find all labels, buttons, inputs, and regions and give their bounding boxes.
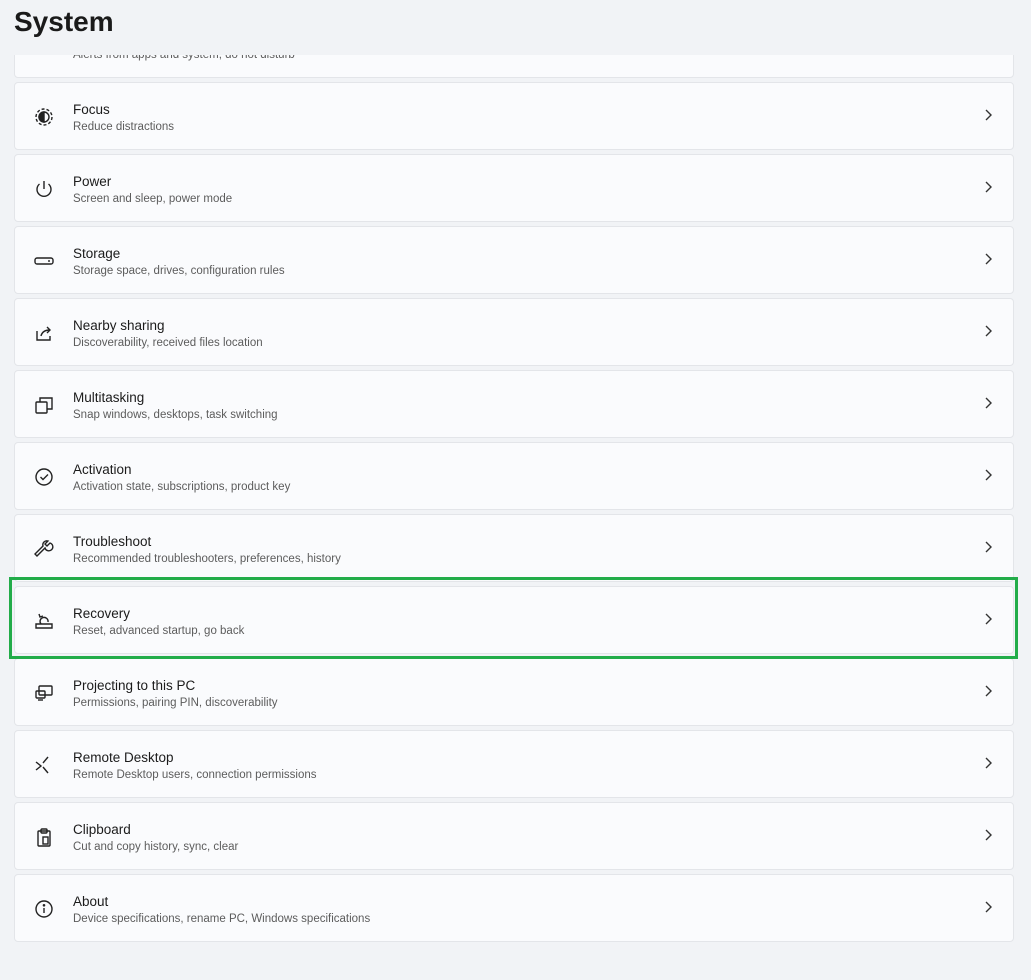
settings-item-remote-desktop[interactable]: Remote Desktop Remote Desktop users, con… xyxy=(14,730,1014,798)
item-label: About xyxy=(73,894,109,909)
chevron-right-icon xyxy=(981,324,995,338)
settings-item-power[interactable]: Power Screen and sleep, power mode xyxy=(14,154,1014,222)
settings-item-nearby-sharing[interactable]: Nearby sharing Discoverability, received… xyxy=(14,298,1014,366)
item-label: Recovery xyxy=(73,606,131,621)
chevron-right-icon xyxy=(981,396,995,410)
item-description: Device specifications, rename PC, Window… xyxy=(73,913,371,925)
multitasking-icon xyxy=(33,394,55,416)
item-label: Troubleshoot xyxy=(73,534,152,549)
chevron-right-icon xyxy=(981,900,995,914)
clipboard-icon xyxy=(33,826,55,848)
item-description: Screen and sleep, power mode xyxy=(73,193,233,205)
settings-item-activation[interactable]: Activation Activation state, subscriptio… xyxy=(14,442,1014,510)
item-label: Storage xyxy=(73,246,121,261)
storage-icon xyxy=(33,250,55,272)
item-description: Snap windows, desktops, task switching xyxy=(73,409,278,421)
settings-item-focus[interactable]: Focus Reduce distractions xyxy=(14,82,1014,150)
item-label: Focus xyxy=(73,102,110,117)
focus-icon xyxy=(33,106,55,128)
item-description: Alerts from apps and system, do not dist… xyxy=(73,55,295,61)
item-description: Reset, advanced startup, go back xyxy=(73,625,245,637)
settings-item-projecting-to-this-pc[interactable]: Projecting to this PC Permissions, pairi… xyxy=(14,658,1014,726)
chevron-right-icon xyxy=(981,612,995,626)
recovery-icon xyxy=(33,610,55,632)
item-label: Clipboard xyxy=(73,822,131,837)
item-description: Reduce distractions xyxy=(73,121,174,133)
item-label: Power xyxy=(73,174,112,189)
chevron-right-icon xyxy=(981,828,995,842)
power-icon xyxy=(33,178,55,200)
settings-item-multitasking[interactable]: Multitasking Snap windows, desktops, tas… xyxy=(14,370,1014,438)
item-description: Storage space, drives, configuration rul… xyxy=(73,265,285,277)
settings-item-recovery[interactable]: Recovery Reset, advanced startup, go bac… xyxy=(14,586,1014,654)
item-description: Discoverability, received files location xyxy=(73,337,263,349)
item-description: Permissions, pairing PIN, discoverabilit… xyxy=(73,697,278,709)
chevron-right-icon xyxy=(981,180,995,194)
chevron-right-icon xyxy=(981,540,995,554)
item-description: Cut and copy history, sync, clear xyxy=(73,841,239,853)
settings-item-storage[interactable]: Storage Storage space, drives, configura… xyxy=(14,226,1014,294)
settings-item-troubleshoot[interactable]: Troubleshoot Recommended troubleshooters… xyxy=(14,514,1014,582)
chevron-right-icon xyxy=(981,108,995,122)
item-description: Activation state, subscriptions, product… xyxy=(73,481,291,493)
settings-item-about[interactable]: About Device specifications, rename PC, … xyxy=(14,874,1014,942)
item-label: Remote Desktop xyxy=(73,750,174,765)
page-title: System xyxy=(14,6,114,37)
item-description: Remote Desktop users, connection permiss… xyxy=(73,769,317,781)
info-icon xyxy=(33,898,55,920)
notifications-icon xyxy=(33,55,55,56)
item-label: Multitasking xyxy=(73,390,145,405)
remote-desktop-icon xyxy=(33,754,55,776)
chevron-right-icon xyxy=(981,684,995,698)
chevron-right-icon xyxy=(981,468,995,482)
item-label: Activation xyxy=(73,462,132,477)
settings-item-notifications[interactable]: Alerts from apps and system, do not dist… xyxy=(14,55,1014,78)
item-description: Recommended troubleshooters, preferences… xyxy=(73,553,341,565)
item-label: Nearby sharing xyxy=(73,318,165,333)
item-label: Projecting to this PC xyxy=(73,678,196,693)
chevron-right-icon xyxy=(981,756,995,770)
chevron-right-icon xyxy=(981,252,995,266)
settings-list: Alerts from apps and system, do not dist… xyxy=(0,55,1031,980)
settings-item-clipboard[interactable]: Clipboard Cut and copy history, sync, cl… xyxy=(14,802,1014,870)
projecting-icon xyxy=(33,682,55,704)
wrench-icon xyxy=(33,538,55,560)
share-icon xyxy=(33,322,55,344)
check-circle-icon xyxy=(33,466,55,488)
